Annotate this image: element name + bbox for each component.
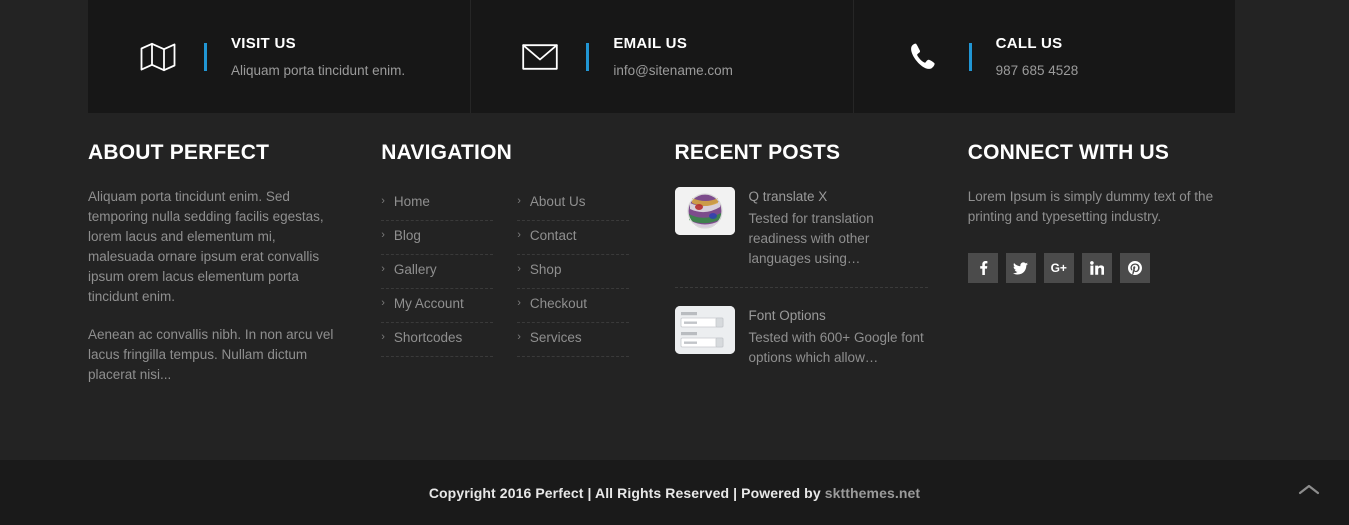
connect-description: Lorem Ipsum is simply dummy text of the … [967, 189, 1214, 224]
widget-title-recent-posts: RECENT POSTS [674, 141, 841, 164]
widget-recent-posts: RECENT POSTS Q translate X Tested for tr… [674, 140, 968, 386]
navigation-column-right: › About Us › Contact › Shop › Checkout ›… [517, 187, 630, 357]
nav-item-label: Shop [529, 262, 562, 277]
social-links: G+ [967, 253, 1221, 283]
nav-item-label: Gallery [393, 262, 437, 277]
nav-item-about-us[interactable]: › About Us [517, 187, 630, 221]
nav-item-label: Contact [529, 228, 577, 243]
accent-bar [968, 42, 972, 71]
recent-post-item[interactable]: Font Options Tested with 600+ Google fon… [674, 287, 928, 386]
recent-post-body: Font Options Tested with 600+ Google fon… [749, 306, 928, 368]
recent-post-excerpt: Tested with 600+ Google font options whi… [748, 330, 924, 365]
sktthemes-link[interactable]: sktthemes.net [825, 485, 920, 501]
recent-post-body: Q translate X Tested for translation rea… [749, 187, 928, 269]
nav-item-label: Checkout [529, 296, 587, 311]
contact-block-call: CALL US 987 685 4528 [852, 0, 1235, 113]
recent-post-title[interactable]: Q translate X [749, 187, 928, 206]
contact-subtitle: 987 685 4528 [995, 62, 1079, 78]
chevron-right-icon: › [517, 263, 521, 275]
contact-bar: VISIT US Aliquam porta tincidunt enim. E… [88, 0, 1235, 113]
chevron-right-icon: › [381, 229, 385, 241]
envelope-icon [518, 43, 562, 71]
nav-item-gallery[interactable]: › Gallery [381, 255, 494, 289]
chevron-right-icon: › [517, 195, 521, 207]
chevron-up-icon [1298, 483, 1320, 497]
map-icon [136, 42, 180, 72]
recent-post-title[interactable]: Font Options [749, 306, 928, 325]
contact-block-email: EMAIL US info@sitename.com [470, 0, 852, 113]
nav-item-blog[interactable]: › Blog [381, 221, 494, 255]
accent-bar [586, 42, 590, 71]
chevron-right-icon: › [381, 331, 385, 343]
chevron-right-icon: › [381, 297, 385, 309]
widget-title-connect: CONNECT WITH US [967, 141, 1170, 164]
form-options-thumbnail [674, 306, 735, 354]
widget-title-navigation: NAVIGATION [381, 141, 512, 164]
navigation-columns: › Home › Blog › Gallery › My Account › S… [381, 187, 634, 357]
contact-subtitle: info@sitename.com [613, 62, 733, 78]
widget-about: ABOUT PERFECT Aliquam porta tincidunt en… [88, 140, 381, 386]
contact-title: VISIT US [231, 34, 296, 52]
copyright-text: Copyright 2016 Perfect | All Rights Rese… [429, 485, 920, 501]
footer-bar: Copyright 2016 Perfect | All Rights Rese… [0, 460, 1349, 525]
widget-title-about: ABOUT PERFECT [88, 141, 270, 164]
nav-item-services[interactable]: › Services [517, 323, 630, 357]
nav-item-label: Blog [393, 228, 421, 243]
contact-title: EMAIL US [613, 34, 688, 52]
recent-post-excerpt: Tested for translation readiness with ot… [748, 211, 874, 266]
linkedin-icon[interactable] [1081, 253, 1112, 283]
contact-block-visit: VISIT US Aliquam porta tincidunt enim. [88, 0, 470, 113]
chevron-right-icon: › [517, 297, 521, 309]
contact-text: EMAIL US info@sitename.com [613, 34, 733, 80]
nav-item-label: My Account [393, 296, 464, 311]
contact-text: VISIT US Aliquam porta tincidunt enim. [231, 34, 405, 80]
nav-item-label: About Us [529, 194, 586, 209]
pinterest-icon[interactable] [1119, 253, 1150, 283]
twitter-icon[interactable] [1005, 253, 1036, 283]
navigation-column-left: › Home › Blog › Gallery › My Account › S… [381, 187, 494, 357]
chevron-right-icon: › [517, 331, 521, 343]
accent-bar [204, 42, 207, 71]
contact-title: CALL US [995, 34, 1063, 52]
nav-item-home[interactable]: › Home [381, 187, 494, 221]
nav-item-label: Services [529, 330, 582, 345]
flag-globe-thumbnail [674, 187, 735, 235]
scroll-to-top-button[interactable] [1287, 470, 1331, 510]
footer-page: VISIT US Aliquam porta tincidunt enim. E… [0, 0, 1349, 525]
about-paragraph: Aenean ac convallis nibh. In non arcu ve… [88, 327, 334, 382]
nav-item-label: Home [393, 194, 430, 209]
contact-text: CALL US 987 685 4528 [996, 34, 1079, 80]
facebook-icon[interactable] [967, 253, 998, 283]
nav-item-shop[interactable]: › Shop [517, 255, 630, 289]
copyright-main: Copyright 2016 Perfect | All Rights Rese… [428, 484, 825, 501]
recent-post-item[interactable]: Q translate X Tested for translation rea… [674, 187, 928, 287]
nav-item-contact[interactable]: › Contact [517, 221, 630, 255]
chevron-right-icon: › [517, 229, 521, 241]
google-plus-icon[interactable]: G+ [1043, 253, 1074, 283]
widget-connect: CONNECT WITH US Lorem Ipsum is simply du… [967, 140, 1261, 386]
nav-item-my-account[interactable]: › My Account [381, 289, 494, 323]
nav-item-label: Shortcodes [393, 330, 463, 345]
nav-item-shortcodes[interactable]: › Shortcodes [381, 323, 494, 357]
chevron-right-icon: › [381, 263, 385, 275]
chevron-right-icon: › [381, 195, 385, 207]
widget-navigation: NAVIGATION › Home › Blog › Gallery › My … [381, 140, 674, 386]
footer-widgets: ABOUT PERFECT Aliquam porta tincidunt en… [0, 140, 1349, 386]
google-plus-label: G+ [1050, 261, 1067, 275]
nav-item-checkout[interactable]: › Checkout [517, 289, 630, 323]
contact-subtitle: Aliquam porta tincidunt enim. [231, 62, 406, 78]
phone-icon [901, 42, 945, 72]
about-paragraph: Aliquam porta tincidunt enim. Sed tempor… [88, 189, 324, 304]
